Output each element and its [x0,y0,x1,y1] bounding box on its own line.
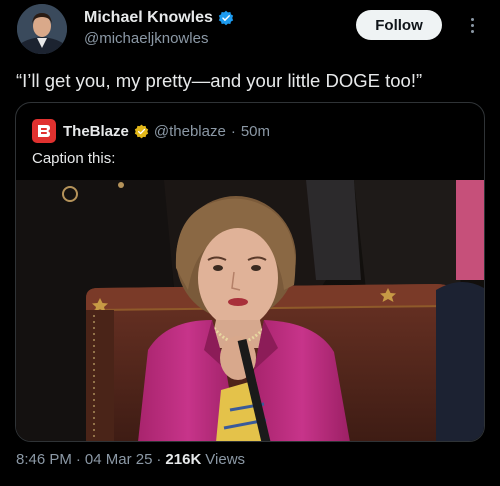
quoted-display-name[interactable]: TheBlaze [63,123,129,140]
verified-badge-icon[interactable] [218,10,234,26]
tweet-text: “I’ll get you, my pretty—and your little… [16,70,423,91]
quoted-tweet-header: TheBlaze @theblaze · 50m [32,119,270,143]
more-dot [470,17,474,21]
tweet-meta: 8:46 PM · 04 Mar 25 · 216K Views [16,451,245,468]
views-label: Views [205,451,246,468]
tweet-date[interactable]: 04 Mar 25 [85,451,153,468]
author-handle[interactable]: @michaeljknowles [84,30,234,47]
meta-separator: · [75,451,81,468]
author-info: Michael Knowles @michaeljknowles [84,9,234,47]
quoted-tweet[interactable]: TheBlaze @theblaze · 50m Caption this: [15,102,485,442]
quoted-media-photo[interactable] [16,180,484,441]
author-display-name[interactable]: Michael Knowles [84,9,213,27]
verified-gold-badge-icon [134,124,149,138]
more-vertical-icon[interactable] [462,12,482,38]
photo-illustration [16,180,484,441]
author-name-row: Michael Knowles [84,9,234,27]
tweet-time[interactable]: 8:46 PM [16,451,72,468]
quoted-separator: · [230,122,236,140]
follow-button[interactable]: Follow [356,10,442,40]
more-dot [470,23,474,27]
theblaze-logo-mark [38,125,50,137]
quoted-timestamp[interactable]: 50m [241,123,270,140]
author-avatar[interactable] [17,4,67,54]
views-count[interactable]: 216K [165,451,201,468]
meta-separator: · [156,451,162,468]
more-dot [470,29,474,33]
avatar-image [17,4,67,54]
quoted-handle[interactable]: @theblaze [154,123,226,140]
quoted-tweet-text: Caption this: [32,150,116,167]
theblaze-logo-icon[interactable] [32,119,56,143]
